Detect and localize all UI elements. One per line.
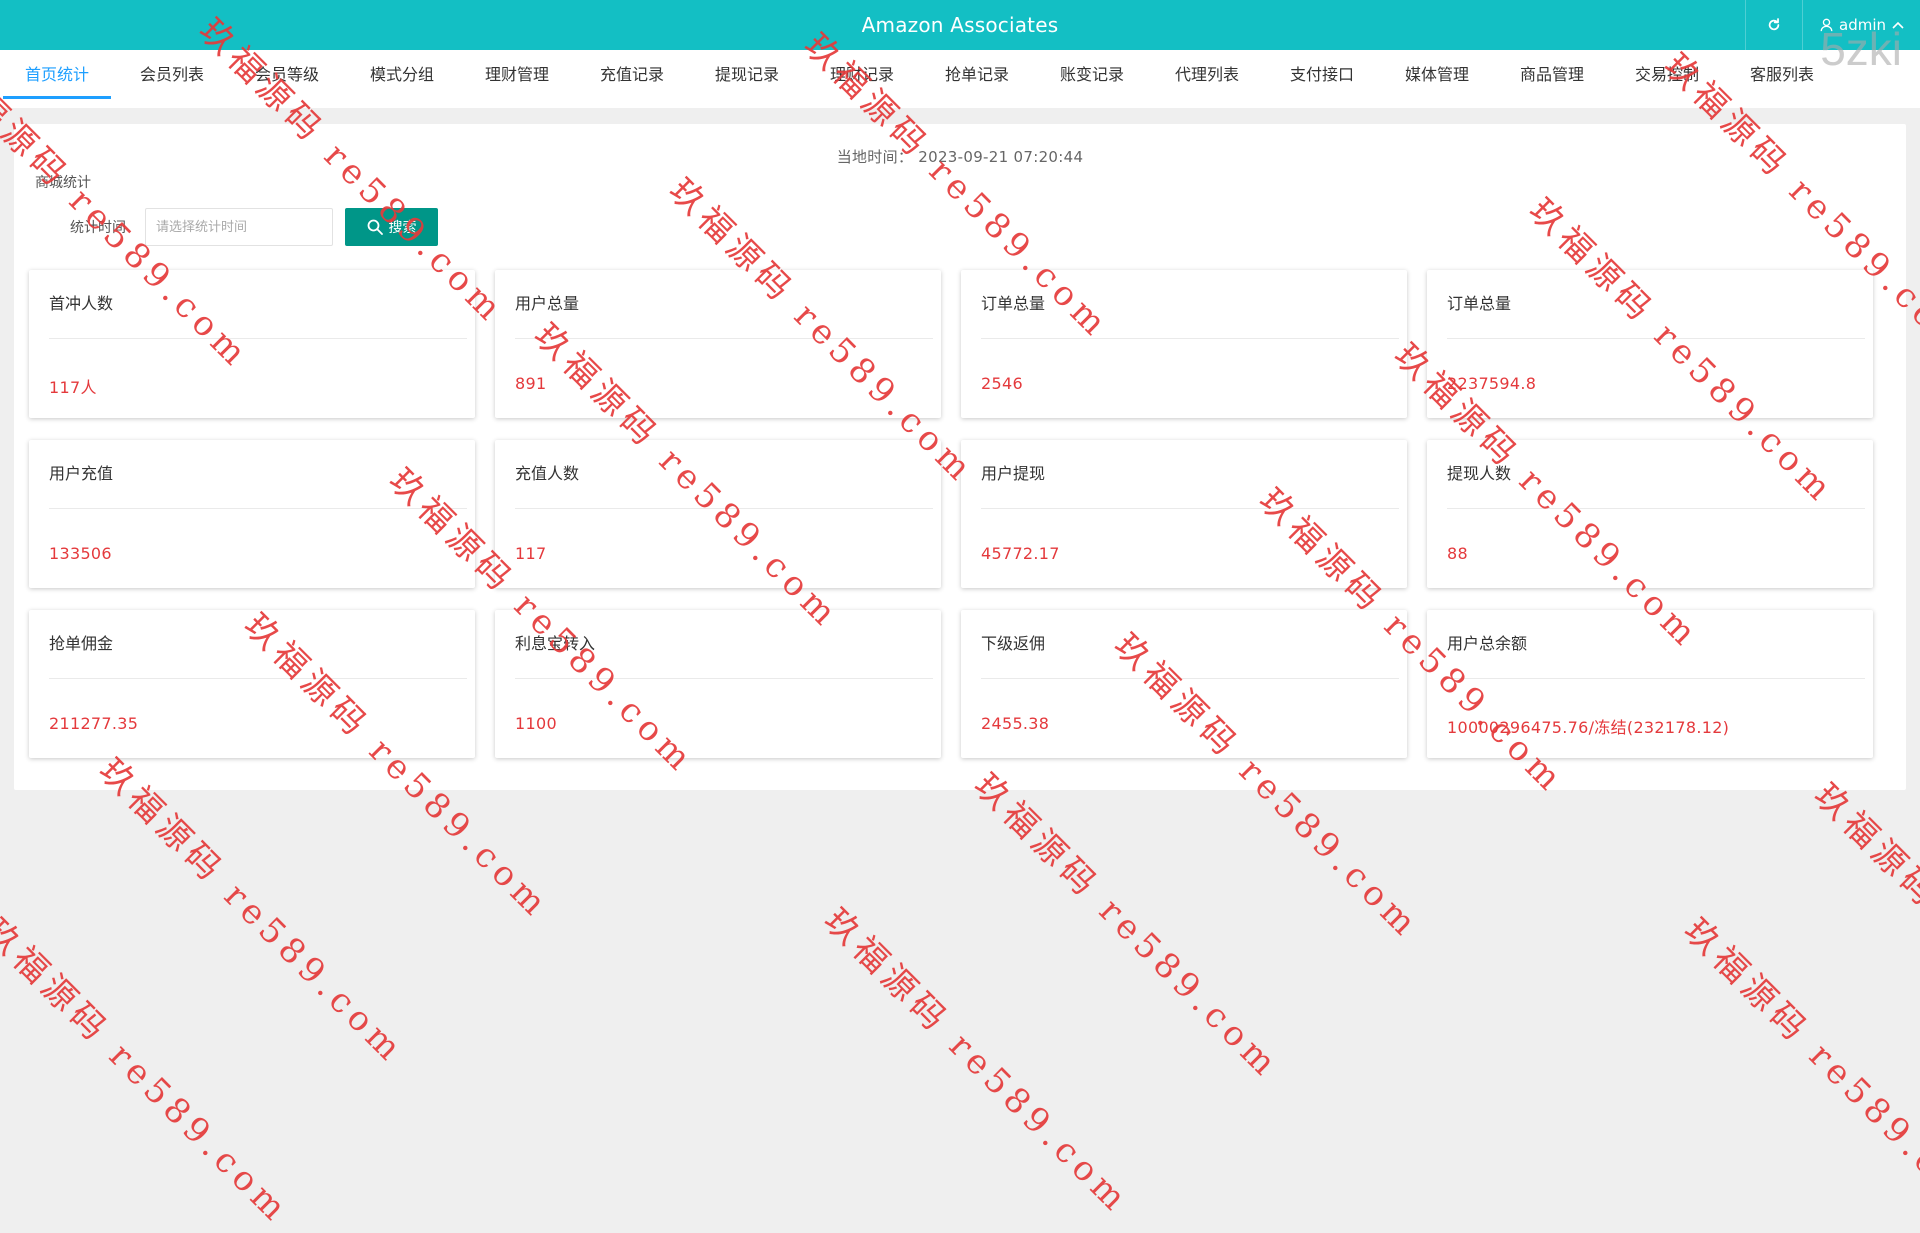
search-button-label: 搜索 (388, 219, 417, 235)
top-bar: Amazon Associates admin (0, 0, 1920, 50)
tab-balance-change-records[interactable]: 账变记录 (1038, 50, 1146, 96)
overlay-watermark: 玖福源码 re589.com (1676, 910, 1920, 1233)
stat-card-title: 提现人数 (1447, 440, 1865, 509)
tab-trade-control[interactable]: 交易控制 (1613, 50, 1721, 96)
chevron-up-icon (1892, 21, 1904, 29)
stat-card-title: 利息宝转入 (515, 610, 933, 679)
stat-card-value: 2455.38 (981, 714, 1050, 733)
stat-card: 首冲人数 117人 (29, 270, 475, 418)
tab-product-manage[interactable]: 商品管理 (1498, 50, 1606, 96)
stat-card: 订单总量 2237594.8 (1427, 270, 1873, 418)
tab-member-level[interactable]: 会员等级 (233, 50, 341, 96)
search-icon (367, 219, 383, 235)
stat-card: 利息宝转入 1100 (495, 610, 941, 758)
app-title: Amazon Associates (861, 13, 1059, 37)
local-time-label: 当地时间： (836, 148, 914, 166)
stat-card-value: 133506 (49, 544, 112, 563)
stat-card-value: 10000296475.76/冻结(232178.12) (1447, 718, 1730, 737)
user-icon (1820, 18, 1833, 32)
stat-card: 用户充值 133506 (29, 440, 475, 588)
stat-card-value: 2546 (981, 374, 1023, 393)
tab-mode-group[interactable]: 模式分组 (348, 50, 456, 96)
search-button[interactable]: 搜索 (345, 208, 438, 246)
stat-card-title: 订单总量 (1447, 270, 1865, 339)
tab-recharge-records[interactable]: 充值记录 (578, 50, 686, 96)
stat-card: 用户总余额 10000296475.76/冻结(232178.12) (1427, 610, 1873, 758)
stat-card-title: 订单总量 (981, 270, 1399, 339)
tab-agent-list[interactable]: 代理列表 (1153, 50, 1261, 96)
refresh-icon (1768, 18, 1780, 31)
tab-media-manage[interactable]: 媒体管理 (1383, 50, 1491, 96)
overlay-watermark: 玖福源码 re589.com (0, 910, 298, 1233)
stat-card: 提现人数 88 (1427, 440, 1873, 588)
stat-card: 下级返佣 2455.38 (961, 610, 1407, 758)
username: admin (1839, 16, 1886, 34)
stat-card: 抢单佣金 211277.35 (29, 610, 475, 758)
tab-payment-interface[interactable]: 支付接口 (1268, 50, 1376, 96)
stat-card-title: 用户总量 (515, 270, 933, 339)
stat-card-title: 用户提现 (981, 440, 1399, 509)
stat-card: 用户提现 45772.17 (961, 440, 1407, 588)
stat-card-value: 117 (515, 544, 547, 563)
stat-card-value: 45772.17 (981, 544, 1060, 563)
local-time-value: 2023-09-21 07:20:44 (918, 148, 1084, 166)
stat-card-value: 2237594.8 (1447, 374, 1537, 393)
overlay-watermark: 玖福源码 re589.com (816, 900, 1138, 1223)
tab-home-stats[interactable]: 首页统计 (2, 50, 112, 99)
section-label: 商城统计 (35, 175, 91, 191)
refresh-button[interactable] (1745, 0, 1802, 50)
overlay-watermark: 玖福源码 re589.com (966, 765, 1288, 1088)
stat-card-value: 211277.35 (49, 714, 139, 733)
tab-order-grab-records[interactable]: 抢单记录 (923, 50, 1031, 96)
stat-card: 用户总量 891 (495, 270, 941, 418)
tab-support-list[interactable]: 客服列表 (1728, 50, 1836, 96)
stat-card-title: 下级返佣 (981, 610, 1399, 679)
tab-bar: 首页统计 会员列表 会员等级 模式分组 理财管理 充值记录 提现记录 理财记录 … (0, 50, 1920, 108)
stat-card-value: 1100 (515, 714, 557, 733)
tab-finance-manage[interactable]: 理财管理 (463, 50, 571, 96)
stat-card-value: 891 (515, 374, 547, 393)
stat-card-title: 首冲人数 (49, 270, 467, 339)
overlay-watermark: 玖福源码 re589.com (91, 750, 413, 1073)
user-menu[interactable]: admin (1802, 0, 1920, 50)
stat-time-input[interactable] (145, 208, 333, 246)
stat-card-value: 117人 (49, 378, 97, 397)
stat-card: 充值人数 117 (495, 440, 941, 588)
overlay-watermark: 玖福源码 re589.com (1806, 775, 1920, 1097)
stat-card-value: 88 (1447, 544, 1468, 563)
stat-card: 订单总量 2546 (961, 270, 1407, 418)
tab-finance-records[interactable]: 理财记录 (808, 50, 916, 96)
stat-time-label: 统计时间 (70, 220, 126, 236)
local-time: 当地时间： 2023-09-21 07:20:44 (0, 146, 1920, 167)
stat-card-title: 抢单佣金 (49, 610, 467, 679)
stat-card-title: 用户充值 (49, 440, 467, 509)
tab-withdraw-records[interactable]: 提现记录 (693, 50, 801, 96)
tab-member-list[interactable]: 会员列表 (118, 50, 226, 96)
stat-card-title: 充值人数 (515, 440, 933, 509)
stat-card-title: 用户总余额 (1447, 610, 1865, 679)
